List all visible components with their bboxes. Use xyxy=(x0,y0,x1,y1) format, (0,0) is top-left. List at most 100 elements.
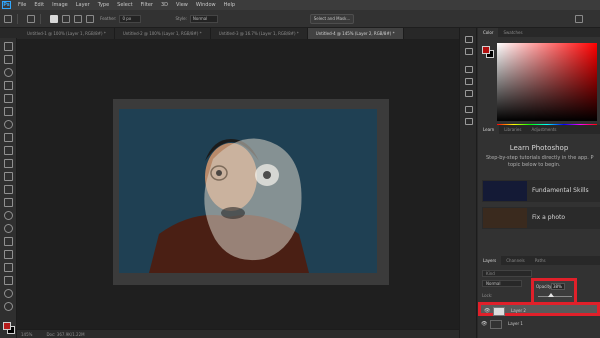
learn-title: Learn Photoshop xyxy=(509,144,569,152)
path-selection-tool-icon[interactable] xyxy=(4,263,13,272)
layer-name[interactable]: Layer 1 xyxy=(508,318,523,330)
type-tool-icon[interactable] xyxy=(4,250,13,259)
opacity-slider-thumb[interactable] xyxy=(547,293,554,297)
add-to-selection-icon[interactable] xyxy=(62,14,70,23)
quick-selection-tool-icon[interactable] xyxy=(4,81,13,90)
learn-description: Step-by-step tutorials directly in the a… xyxy=(486,155,600,169)
new-selection-icon[interactable] xyxy=(50,14,58,23)
eyedropper-tool-icon[interactable] xyxy=(4,120,13,129)
menu-file[interactable]: File xyxy=(14,2,30,8)
move-tool-icon[interactable] xyxy=(4,42,13,51)
menu-edit[interactable]: Edit xyxy=(30,2,48,8)
brush-tool-icon[interactable] xyxy=(4,146,13,155)
document-tab-bar: Untitled-1 @ 100% (Layer 1, RGB/8#) * Un… xyxy=(19,28,459,39)
photoshop-window: Ps File Edit Image Layer Type Select Fil… xyxy=(0,0,600,338)
menu-3d[interactable]: 3D xyxy=(157,2,172,8)
history-brush-tool-icon[interactable] xyxy=(4,172,13,181)
layer-filter-kind[interactable]: Kind xyxy=(482,270,532,277)
document-canvas[interactable] xyxy=(113,99,389,285)
menu-type[interactable]: Type xyxy=(94,2,113,8)
opacity-popup: Opacity: 38% xyxy=(531,278,577,305)
tab-layers[interactable]: Layers xyxy=(478,256,502,265)
tab-channels[interactable]: Channels xyxy=(501,256,530,265)
canvas-area[interactable] xyxy=(17,39,459,329)
brush-settings-icon[interactable] xyxy=(465,66,473,73)
layer-thumbnail xyxy=(493,307,505,316)
learn-panel-tabs: Learn Libraries Adjustments xyxy=(478,125,600,134)
properties-panel-icon[interactable] xyxy=(465,48,473,55)
tab-untitled-1[interactable]: Untitled-1 @ 100% (Layer 1, RGB/8#) * xyxy=(19,28,115,39)
color-panel-foreground-swatch[interactable] xyxy=(482,46,490,54)
tab-untitled-2[interactable]: Untitled-2 @ 100% (Layer 1, RGB/8#) * xyxy=(115,28,211,39)
lock-label: Lock: xyxy=(482,293,493,298)
frame-tool-icon[interactable] xyxy=(4,107,13,116)
right-panel-dock: Color Swatches Learn Libraries Adjustmen… xyxy=(478,28,600,338)
character-panel-icon[interactable] xyxy=(465,106,473,113)
clone-source-icon[interactable] xyxy=(465,90,473,97)
menu-layer[interactable]: Layer xyxy=(72,2,94,8)
crop-tool-icon[interactable] xyxy=(4,94,13,103)
eraser-tool-icon[interactable] xyxy=(4,185,13,194)
select-and-mask-button[interactable]: Select and Mask... xyxy=(310,14,354,24)
blur-tool-icon[interactable] xyxy=(4,211,13,220)
visibility-eye-icon[interactable]: 👁 xyxy=(481,321,487,327)
menu-help[interactable]: Help xyxy=(220,2,239,8)
feather-input[interactable]: 0 px xyxy=(119,14,142,23)
rectangle-tool-icon[interactable] xyxy=(4,276,13,285)
rectangular-marquee-tool-icon[interactable] xyxy=(4,55,13,64)
menu-bar: Ps File Edit Image Layer Type Select Fil… xyxy=(0,0,600,10)
lasso-tool-icon[interactable] xyxy=(4,68,13,77)
zoom-level[interactable]: 145% xyxy=(21,332,32,337)
layer-thumbnail xyxy=(490,320,502,329)
history-panel-icon[interactable] xyxy=(465,36,473,43)
blend-mode-select[interactable]: Normal xyxy=(482,280,522,287)
photo-image xyxy=(119,109,377,273)
learn-description-line-1: Step-by-step tutorials directly in the a… xyxy=(486,155,594,161)
menu-select[interactable]: Select xyxy=(113,2,136,8)
card-label: Fundamental Skills xyxy=(532,187,589,194)
collapsed-panels-strip xyxy=(459,28,477,338)
tab-color[interactable]: Color xyxy=(478,28,499,37)
healing-brush-tool-icon[interactable] xyxy=(4,133,13,142)
tab-untitled-4[interactable]: Untitled-4 @ 145% (Layer 2, RGB/8#) * xyxy=(307,28,404,39)
tab-swatches[interactable]: Swatches xyxy=(498,28,527,37)
gradient-tool-icon[interactable] xyxy=(4,198,13,207)
style-select[interactable]: Normal xyxy=(189,14,218,23)
opacity-slider-track[interactable] xyxy=(538,296,572,297)
layer-name[interactable]: Layer 2 xyxy=(511,305,526,317)
search-icon[interactable] xyxy=(575,15,583,23)
tab-libraries[interactable]: Libraries xyxy=(499,125,526,134)
tab-learn[interactable]: Learn xyxy=(478,125,500,134)
tab-adjustments[interactable]: Adjustments xyxy=(526,125,561,134)
status-bar: 145% Doc: 367.9K/1.22M xyxy=(17,329,459,338)
menu-view[interactable]: View xyxy=(172,2,192,8)
foreground-color-swatch[interactable] xyxy=(3,322,11,330)
card-label: Fix a photo xyxy=(532,214,566,221)
menu-filter[interactable]: Filter xyxy=(137,2,157,8)
feather-label: Feather: xyxy=(100,16,117,21)
opacity-input[interactable]: 38% xyxy=(551,283,565,290)
pen-tool-icon[interactable] xyxy=(4,237,13,246)
color-picker-field[interactable] xyxy=(497,43,597,121)
learn-card-fundamental-skills[interactable]: Fundamental Skills xyxy=(482,180,600,202)
menu-window[interactable]: Window xyxy=(192,2,220,8)
tab-paths[interactable]: Paths xyxy=(530,256,551,265)
layer-row-layer-1[interactable]: 👁 Layer 1 xyxy=(478,318,600,332)
menu-image[interactable]: Image xyxy=(48,2,72,8)
tab-untitled-3[interactable]: Untitled-3 @ 16.7% (Layer 1, RGB/8#) * xyxy=(211,28,308,39)
learn-card-fix-a-photo[interactable]: Fix a photo xyxy=(482,207,600,229)
clone-stamp-tool-icon[interactable] xyxy=(4,159,13,168)
photo-composite xyxy=(119,109,377,273)
dodge-tool-icon[interactable] xyxy=(4,224,13,233)
brushes-panel-icon[interactable] xyxy=(465,78,473,85)
home-icon[interactable] xyxy=(4,14,12,23)
marquee-preset-icon[interactable] xyxy=(27,14,35,23)
paragraph-panel-icon[interactable] xyxy=(465,118,473,125)
document-size[interactable]: Doc: 367.9K/1.22M xyxy=(46,332,84,337)
visibility-eye-icon[interactable]: 👁 xyxy=(484,308,490,314)
subtract-from-selection-icon[interactable] xyxy=(74,14,82,23)
intersect-selection-icon[interactable] xyxy=(86,14,94,23)
zoom-tool-icon[interactable] xyxy=(4,302,13,311)
options-divider xyxy=(40,13,41,24)
hand-tool-icon[interactable] xyxy=(4,289,13,298)
